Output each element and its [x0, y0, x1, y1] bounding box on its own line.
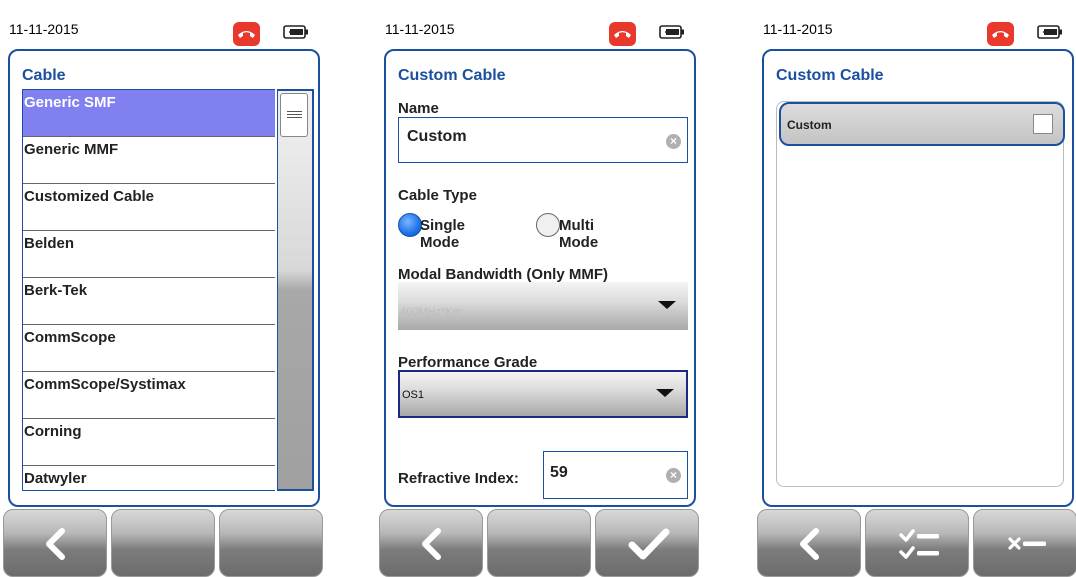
custom-cable-list: Custom: [776, 101, 1065, 487]
list-item[interactable]: Belden: [23, 231, 275, 278]
performance-grade-label: Performance Grade: [398, 354, 538, 371]
back-icon: [800, 528, 819, 560]
panel-title: Cable: [22, 67, 66, 84]
custom-cable-list-screen: 11-11-2015 Custom Cable Custom: [757, 9, 1076, 577]
name-label: Name: [398, 100, 439, 117]
performance-grade-value: OS1: [402, 389, 425, 401]
cable-list-screen: 11-11-2015 Cable Generic SMF Generic MMF…: [3, 9, 323, 577]
delete-icon: [1008, 537, 1046, 550]
back-button[interactable]: [3, 509, 107, 577]
list-item[interactable]: Berk-Tek: [23, 278, 275, 325]
name-field[interactable]: Custom ×: [398, 117, 688, 163]
battery-icon: [283, 25, 308, 39]
back-button[interactable]: [379, 509, 483, 577]
refractive-index-field[interactable]: 59 ×: [543, 451, 688, 499]
modal-bandwidth-label: Modal Bandwidth (Only MMF): [398, 266, 608, 283]
blank-button-3[interactable]: [219, 509, 323, 577]
phone-hangup-icon[interactable]: [233, 22, 260, 46]
clear-icon[interactable]: ×: [666, 468, 681, 483]
confirm-button[interactable]: [595, 509, 699, 577]
status-bar: 11-11-2015: [379, 9, 699, 49]
back-icon: [422, 528, 441, 560]
list-item[interactable]: Corning: [23, 419, 275, 466]
cable-list[interactable]: Generic SMF Generic MMF Customized Cable…: [22, 89, 275, 491]
date-label: 11-11-2015: [385, 21, 455, 37]
back-icon: [46, 528, 65, 560]
list-item[interactable]: Custom: [779, 102, 1065, 146]
list-item[interactable]: Customized Cable: [23, 184, 275, 231]
panel-title: Custom Cable: [776, 67, 884, 84]
bottom-toolbar: [379, 509, 699, 577]
panel-title: Custom Cable: [398, 67, 506, 84]
delete-button[interactable]: [973, 509, 1076, 577]
list-item[interactable]: CommScope/Systimax: [23, 372, 275, 419]
refractive-index-label: Refractive Index:: [398, 470, 519, 487]
battery-icon: [659, 25, 684, 39]
modal-bandwidth-value: 400MHz*Km: [400, 306, 462, 318]
checkmark-icon: [628, 528, 670, 560]
cable-type-label: Cable Type: [398, 187, 477, 204]
date-label: 11-11-2015: [763, 21, 833, 37]
list-item[interactable]: Datwyler: [23, 466, 275, 490]
blank-button-2[interactable]: [487, 509, 591, 577]
select-all-button[interactable]: [865, 509, 969, 577]
select-all-icon: [899, 529, 939, 559]
scroll-thumb[interactable]: [280, 93, 308, 137]
date-label: 11-11-2015: [9, 21, 79, 37]
custom-cable-edit-screen: 11-11-2015 Custom Cable Name Custom × Ca…: [379, 9, 699, 577]
status-bar: 11-11-2015: [3, 9, 323, 49]
list-item[interactable]: Generic SMF: [23, 90, 275, 137]
phone-hangup-icon[interactable]: [609, 22, 636, 46]
custom-cable-list-panel: Custom Cable Custom: [762, 49, 1074, 507]
status-bar: 11-11-2015: [757, 9, 1076, 49]
clear-icon[interactable]: ×: [666, 134, 681, 149]
modal-bandwidth-dropdown[interactable]: 400MHz*Km: [398, 282, 688, 330]
bottom-toolbar: [757, 509, 1076, 577]
bottom-toolbar: [3, 509, 323, 577]
list-item[interactable]: Generic MMF: [23, 137, 275, 184]
refractive-index-value: 59: [550, 464, 568, 481]
list-item[interactable]: CommScope: [23, 325, 275, 372]
performance-grade-dropdown[interactable]: OS1: [398, 370, 688, 418]
scrollbar[interactable]: [277, 89, 314, 491]
chevron-down-icon: [658, 301, 676, 309]
cable-panel: Cable Generic SMF Generic MMF Customized…: [8, 49, 320, 507]
chevron-down-icon: [656, 389, 674, 397]
multi-mode-label[interactable]: Multi Mode: [559, 217, 598, 251]
list-item-label: Custom: [787, 118, 832, 132]
phone-hangup-icon[interactable]: [987, 22, 1014, 46]
single-mode-radio[interactable]: [398, 213, 422, 237]
name-value: Custom: [407, 128, 467, 145]
multi-mode-radio[interactable]: [536, 213, 560, 237]
blank-button-2[interactable]: [111, 509, 215, 577]
back-button[interactable]: [757, 509, 861, 577]
custom-cable-panel: Custom Cable Name Custom × Cable Type Si…: [384, 49, 696, 507]
single-mode-label[interactable]: Single Mode: [420, 217, 465, 251]
item-checkbox[interactable]: [1033, 114, 1053, 134]
battery-icon: [1037, 25, 1062, 39]
